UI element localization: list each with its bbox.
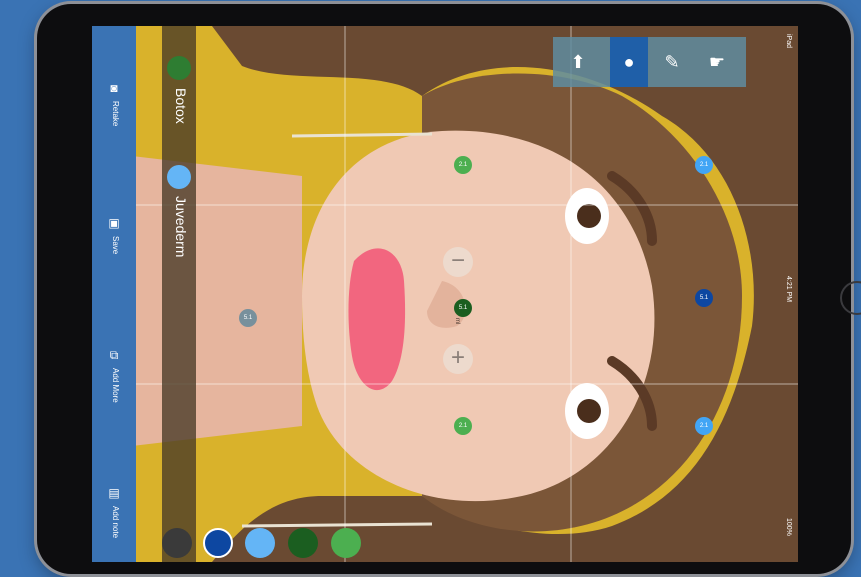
add-note-button[interactable]: ▤ Add note — [92, 486, 136, 562]
swatch-green[interactable] — [331, 528, 361, 558]
pencil-icon[interactable]: ✎ — [653, 37, 691, 87]
status-battery: 100% — [785, 518, 792, 536]
drawing-tools: ⬆ ● ✎ ☛ — [553, 37, 746, 87]
swatch-navy-selected[interactable] — [203, 528, 233, 558]
injection-marker[interactable]: 5.1 — [695, 289, 713, 307]
retake-label: Retake — [111, 101, 120, 127]
save-icon: ▣ — [108, 216, 120, 230]
add-more-button[interactable]: ⧉ Add More — [92, 348, 136, 428]
face-photo[interactable] — [92, 26, 798, 562]
add-note-label: Add note — [111, 506, 120, 539]
side-toolbar: ◙ Retake ▣ Save ⧉ Add More ▤ Add note — [92, 26, 136, 562]
arrow-up-icon[interactable]: ⬆ — [559, 37, 597, 87]
swatch-dark-gray[interactable] — [162, 528, 192, 558]
status-time: 4:21 PM — [785, 276, 792, 303]
swatch-light-blue[interactable] — [245, 528, 275, 558]
swatch-dark-green[interactable] — [288, 528, 318, 558]
save-label: Save — [111, 236, 120, 255]
pointer-hand-icon[interactable]: ☛ — [698, 37, 736, 87]
marker-pin-icon[interactable]: ● — [610, 37, 648, 87]
injection-marker[interactable]: 2.1 — [695, 417, 713, 435]
add-more-label: Add More — [111, 368, 120, 403]
zoom-out-button[interactable]: − — [443, 247, 473, 277]
injection-marker[interactable]: 5.1 — [454, 299, 472, 317]
add-photo-icon: ⧉ — [109, 348, 119, 362]
note-icon: ▤ — [108, 486, 120, 500]
ml-unit-label: ml — [454, 318, 460, 325]
retake-button[interactable]: ◙ Retake — [92, 81, 136, 161]
botox-color-dot[interactable] — [167, 56, 191, 80]
status-device: iPad — [785, 34, 792, 49]
app-screen: ◙ Retake ▣ Save ⧉ Add More ▤ Add note Bo… — [92, 26, 798, 562]
camera-icon: ◙ — [110, 81, 118, 95]
product-juvederm[interactable]: Juvederm — [173, 196, 189, 257]
injection-marker[interactable]: 5.1 — [239, 309, 257, 327]
injection-marker[interactable]: 2.1 — [454, 417, 472, 435]
injection-marker[interactable]: 2.1 — [454, 156, 472, 174]
product-botox[interactable]: Botox — [173, 88, 189, 124]
injection-marker[interactable]: 2.1 — [695, 156, 713, 174]
home-button[interactable] — [840, 281, 861, 315]
product-strip: Botox Juvederm — [162, 26, 196, 562]
juvederm-color-dot[interactable] — [167, 165, 191, 189]
zoom-in-button[interactable]: + — [443, 344, 473, 374]
save-button[interactable]: ▣ Save — [92, 216, 136, 296]
